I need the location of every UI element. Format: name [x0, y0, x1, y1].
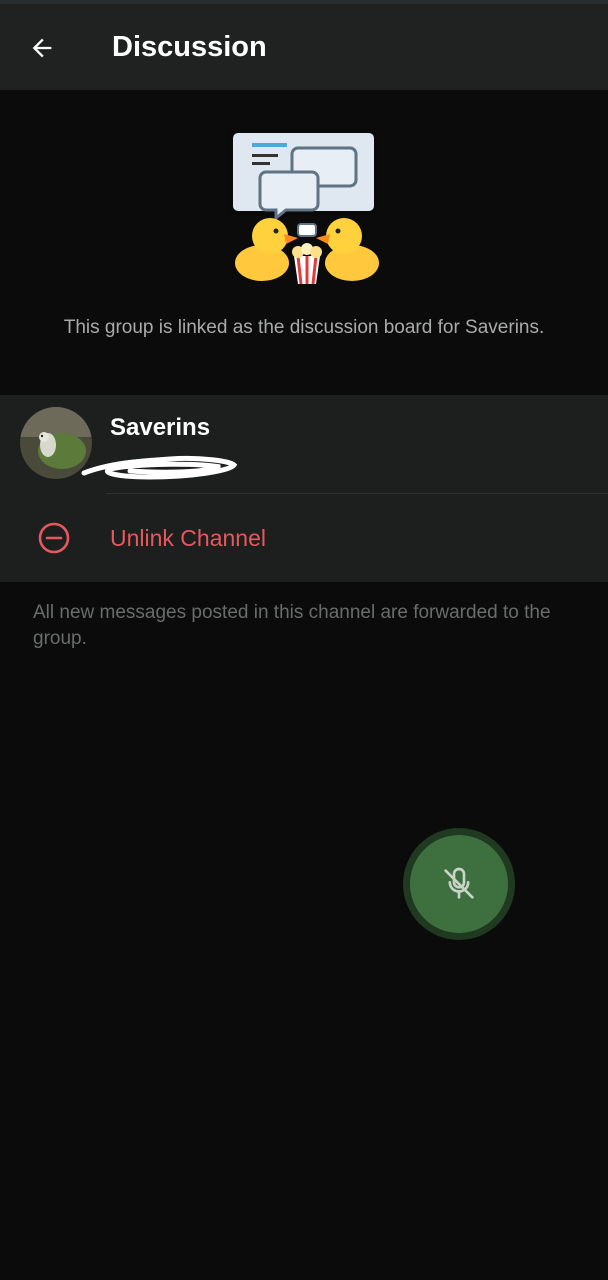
- app-bar: Discussion: [0, 4, 608, 90]
- discussion-description: This group is linked as the discussion b…: [63, 317, 545, 338]
- unlink-channel-button[interactable]: Unlink Channel: [0, 494, 608, 582]
- forwarding-note: All new messages posted in this channel …: [33, 602, 551, 649]
- redaction-scribble: [81, 455, 238, 480]
- linked-channel-card: Saverins Unlink Channel: [0, 395, 608, 582]
- linked-channel-row[interactable]: Saverins: [0, 395, 608, 493]
- back-button[interactable]: [18, 24, 66, 72]
- arrow-left-icon: [32, 38, 52, 58]
- minus-circle-icon: [38, 522, 70, 554]
- mic-off-icon: [444, 867, 474, 899]
- intro-section: This group is linked as the discussion b…: [0, 90, 608, 395]
- ducks-discussion-sticker: [226, 128, 379, 285]
- unlink-channel-label: Unlink Channel: [110, 525, 266, 551]
- mic-toggle-button[interactable]: [410, 835, 508, 933]
- channel-name: Saverins: [110, 414, 211, 441]
- page-title: Discussion: [112, 31, 267, 63]
